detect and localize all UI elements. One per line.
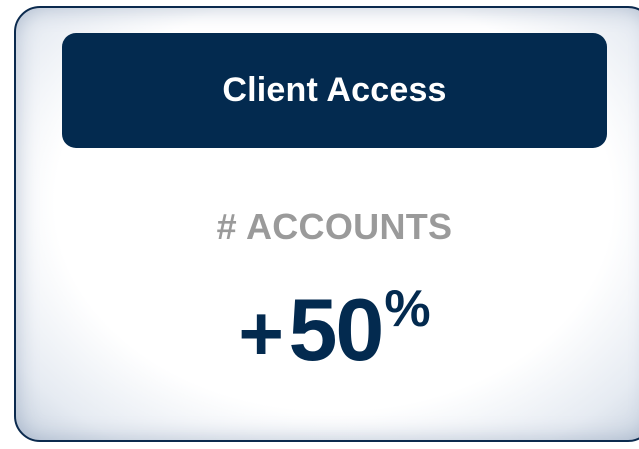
metric-unit: %	[384, 280, 431, 338]
metric-number: 50	[288, 280, 384, 379]
card-title: Client Access	[222, 71, 447, 109]
metric-value: + 50%	[62, 283, 607, 377]
card-header: Client Access	[62, 33, 607, 148]
metric-label: # ACCOUNTS	[216, 206, 453, 247]
stage: Client Access # ACCOUNTS + 50%	[0, 0, 639, 449]
metric-sign: +	[238, 289, 284, 377]
